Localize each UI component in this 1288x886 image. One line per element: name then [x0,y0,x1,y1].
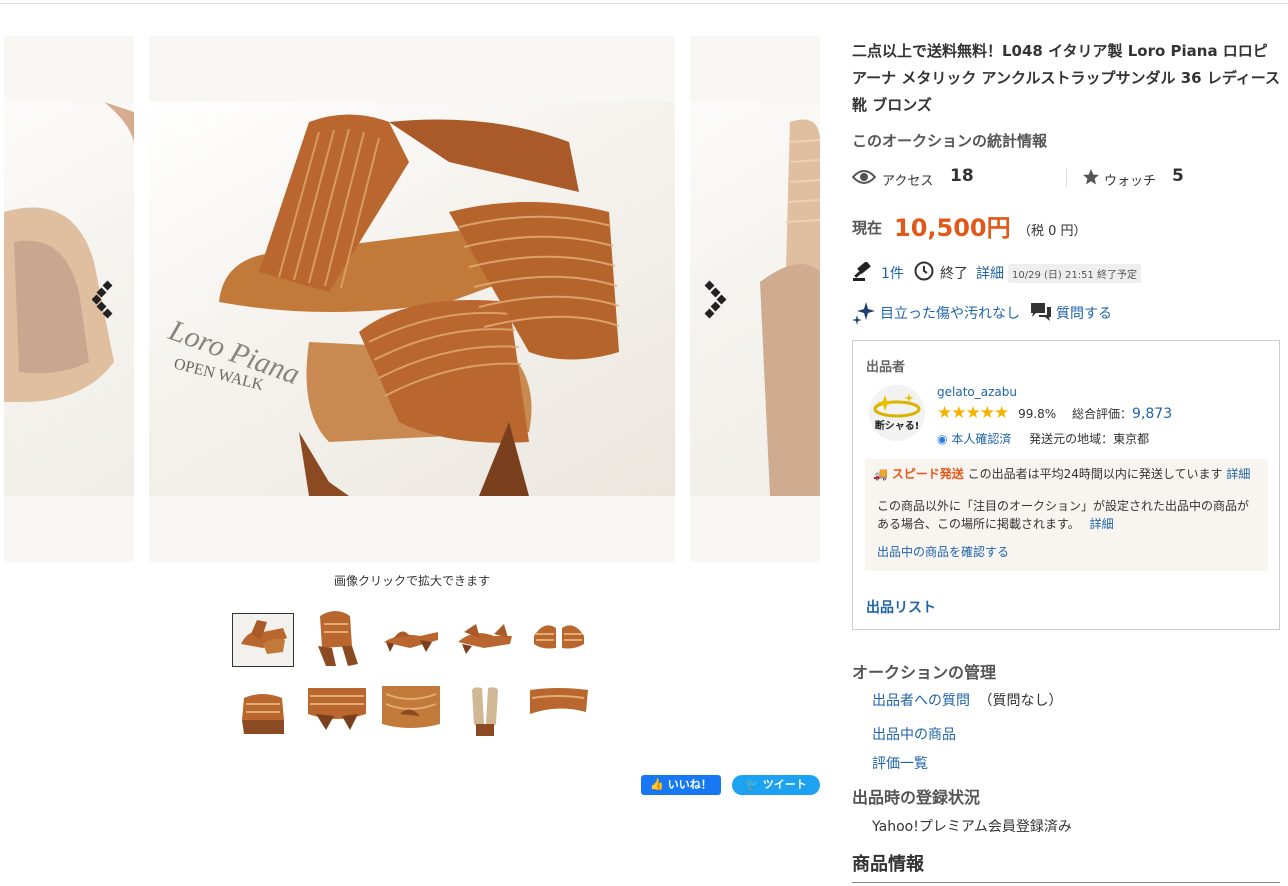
tax-amount: （税 0 円） [1018,224,1087,239]
verified-label: 本人確認済 [951,432,1012,446]
main-photo[interactable]: Loro Piana OPEN WALK [149,102,675,496]
clock-icon [914,261,934,281]
chat-bubble-icon [1031,303,1051,321]
facebook-like-button[interactable]: 👍 いいね！ [641,775,721,795]
rating-star-icon: ★ [994,403,1009,423]
featured-text: この商品以外に「注目のオークション」が設定された出品中の商品がある場合、この場所… [877,499,1250,531]
tweet-button[interactable]: 🐦 ツイート [732,775,820,795]
access-label: アクセス [882,174,934,189]
watch-count: 5 [1172,166,1184,186]
sparkle-icon [852,302,875,325]
ratings-list-link[interactable]: 評価一覧 [872,753,928,773]
speed-text: この出品者は平均24時間以内に発送しています [967,467,1223,481]
like-label: いいね！ [667,778,712,791]
ask-question-link[interactable]: 質問する [1056,303,1112,323]
thumbnail-7[interactable] [306,684,368,738]
total-rating-link[interactable]: 9,873 [1132,406,1172,422]
rating-star-icon: ★ [979,403,995,423]
seller-list-link[interactable]: 出品リスト [866,597,936,617]
next-image-button[interactable] [702,280,732,320]
speed-detail-link[interactable]: 詳細 [1226,467,1250,481]
stats-row: アクセス 18 ウォッチ 5 [852,166,1282,190]
seller-question-row: 出品者への質問 （質問なし） [872,690,1062,710]
current-price: 10,500円 [894,214,1011,242]
tweet-label: ツイート [762,778,807,791]
prev-image-button[interactable] [91,280,122,320]
gallery-main-slide[interactable]: Loro Piana OPEN WALK [149,36,675,562]
total-rating-label: 総合評価： [1072,407,1133,421]
chevron-right-icon [704,280,727,319]
speed-label: スピード発送 [891,467,964,481]
registration-status: Yahoo!プレミアム会員登録済み [872,819,1072,835]
seller-notice-box: 🚚 スピード発送 この出品者は平均24時間以内に発送しています 詳細 この商品以… [865,459,1268,571]
ship-from: 発送元の地域：東京都 [1029,432,1150,446]
thumbnail-9[interactable] [454,684,516,738]
thumbnail-3[interactable] [380,614,442,668]
rating-star-icon: ★ [937,403,952,423]
condition-link[interactable]: 目立った傷や汚れなし [880,303,1020,323]
end-detail-link[interactable]: 詳細 [976,263,1004,283]
seller-avatar[interactable]: 断シャる! [869,385,925,441]
end-label: 終了 [940,266,968,282]
end-time-badge: 10/29 (日) 21:51 終了予定 [1008,264,1141,283]
speed-shipping-row: 🚚 スピード発送 この出品者は平均24時間以内に発送しています 詳細 [873,465,1250,482]
seller-rating: ★★★★★ 99.8% 総合評価：9,873 [937,403,1172,423]
twitter-bird-icon: 🐦 [745,778,759,791]
thumbs-up-icon: 👍 [650,778,664,791]
thumbnail-2[interactable] [306,606,368,668]
gavel-icon [853,262,871,281]
seller-name-link[interactable]: gelato_azabu [937,385,1017,399]
price-label: 現在 [852,219,883,237]
star-watch-icon [1083,169,1099,185]
verified-row: ◉ 本人確認済 発送元の地域：東京都 [937,430,1149,447]
truck-icon: 🚚 [873,467,888,481]
thumbnail-10[interactable] [528,684,590,738]
question-note: （質問なし） [978,693,1063,709]
featured-detail-link[interactable]: 詳細 [1090,517,1114,531]
item-title: 二点以上で送料無料！L048 イタリア製 Loro Piana ロロピアーナ メ… [852,42,1281,114]
seller-heading: 出品者 [866,360,906,375]
shield-check-icon: ◉ [937,432,948,446]
seller-question-link[interactable]: 出品者への質問 [872,693,970,709]
registration-heading: 出品時の登録状況 [852,788,981,807]
thumbnail-4[interactable] [454,614,516,668]
thumbnail-8[interactable] [380,684,442,738]
rating-percent: 99.8% [1018,407,1057,421]
stats-heading: このオークションの統計情報 [852,132,1048,150]
thumbnail-1[interactable] [232,613,294,667]
product-info-heading: 商品情報 [852,854,924,875]
main-sandal-image: Loro Piana OPEN WALK [164,114,620,496]
listing-items-link[interactable]: 出品中の商品 [872,724,956,744]
thumbnail-5[interactable] [528,610,590,664]
zoom-hint: 画像クリックで拡大できます [333,574,490,588]
view-listings-link[interactable]: 出品中の商品を確認する [877,543,1009,560]
access-count: 18 [950,166,974,186]
rating-star-icon: ★ [965,403,981,423]
watch-label: ウォッチ [1104,174,1157,189]
product-info-divider [852,882,1280,883]
chevron-left-icon [91,280,113,319]
seller-avatar-image: 断シャる! [869,385,925,441]
avatar-text: 断シャる! [875,419,920,432]
thumbnail-6[interactable] [232,684,294,738]
top-divider [0,3,1288,4]
rating-star-icon: ★ [951,403,966,423]
management-heading: オークションの管理 [852,663,997,682]
seller-panel: 出品者 断シャる! gelato_azabu ★★★★★ 99.8% 総合評価：… [852,340,1280,630]
eye-icon [852,170,876,184]
featured-notice: この商品以外に「注目のオークション」が設定された出品中の商品がある場合、この場所… [877,497,1259,533]
stats-divider [1066,169,1067,187]
bid-count-link[interactable]: 1件 [881,263,904,283]
